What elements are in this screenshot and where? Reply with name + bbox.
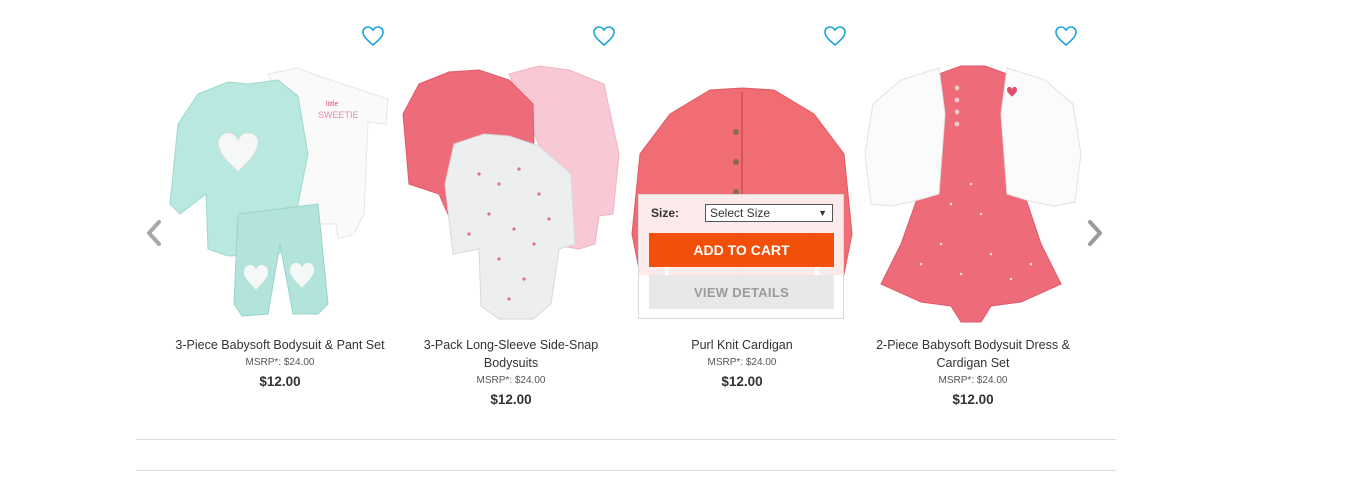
product-carousel: little SWEETIE 3-Piece Babysoft Bodysuit… [0,0,1355,493]
product-name[interactable]: 3-Piece Babysoft Bodysuit & Pant Set MSR… [168,336,392,392]
product-name-text[interactable]: Purl Knit Cardigan [630,336,854,354]
product-msrp: MSRP*: $24.00 [938,375,1008,386]
product-price: $12.00 [259,374,301,389]
product-image[interactable]: little SWEETIE [168,44,392,344]
section-divider [136,439,1116,440]
product-price: $12.00 [490,392,532,407]
chevron-right-icon [1088,220,1102,246]
svg-text:little: little [326,101,339,108]
size-select[interactable]: Select Size ▼ [705,204,833,222]
product-name[interactable]: 3-Pack Long-Sleeve Side-Snap Bodysuits M… [399,336,623,410]
product-name-text[interactable]: 3-Piece Babysoft Bodysuit & Pant Set [168,336,392,354]
product-msrp: MSRP*: $24.00 [476,375,546,386]
product-name[interactable]: 2-Piece Babysoft Bodysuit Dress & Cardig… [861,336,1085,410]
size-label: Size: [651,206,680,220]
product-msrp: MSRP*: $24.00 [245,357,315,368]
svg-text:SWEETIE: SWEETIE [318,110,359,120]
quick-add-panel: Size: Select Size ▼ ADD TO CART VIEW DET… [638,194,844,319]
caret-down-icon: ▼ [818,208,827,218]
product-price: $12.00 [952,392,994,407]
product-name-text[interactable]: 3-Pack Long-Sleeve Side-Snap Bodysuits [399,336,623,372]
view-details-button[interactable]: VIEW DETAILS [649,275,834,309]
add-to-cart-button[interactable]: ADD TO CART [649,233,834,267]
product-msrp: MSRP*: $24.00 [707,357,777,368]
carousel-next-button[interactable] [1082,216,1108,250]
product-image[interactable] [399,44,623,344]
product-name-text[interactable]: 2-Piece Babysoft Bodysuit Dress & Cardig… [861,336,1085,372]
product-name[interactable]: Purl Knit Cardigan MSRP*: $24.00 $12.00 [630,336,854,392]
product-price: $12.00 [721,374,763,389]
size-select-value: Select Size [710,206,771,220]
product-image[interactable] [861,44,1085,344]
carousel-prev-button[interactable] [141,216,167,250]
chevron-left-icon [147,220,161,246]
section-divider [136,470,1116,471]
